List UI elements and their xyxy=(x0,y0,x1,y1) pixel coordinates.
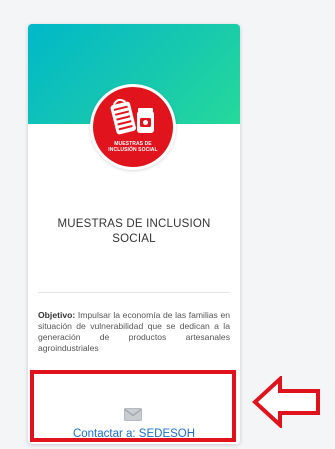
logo-badge: MUESTRAS DE INCLUSIÓN SOCIAL xyxy=(93,87,173,167)
program-logo: MUESTRAS DE INCLUSIÓN SOCIAL xyxy=(90,84,176,170)
logo-text-line2: INCLUSIÓN SOCIAL xyxy=(108,147,158,153)
highlight-box xyxy=(30,370,236,442)
page: MUESTRAS DE INCLUSIÓN SOCIAL MUESTRAS DE… xyxy=(0,0,335,449)
artisan-products-logo-icon xyxy=(110,98,154,135)
program-title: MUESTRAS DE INCLUSION SOCIAL xyxy=(57,218,211,245)
left-arrow-icon xyxy=(252,376,320,428)
program-description: Objetivo: Impulsar la economía de las fa… xyxy=(38,310,230,378)
divider xyxy=(38,292,230,293)
description-label: Objetivo: xyxy=(38,310,76,320)
